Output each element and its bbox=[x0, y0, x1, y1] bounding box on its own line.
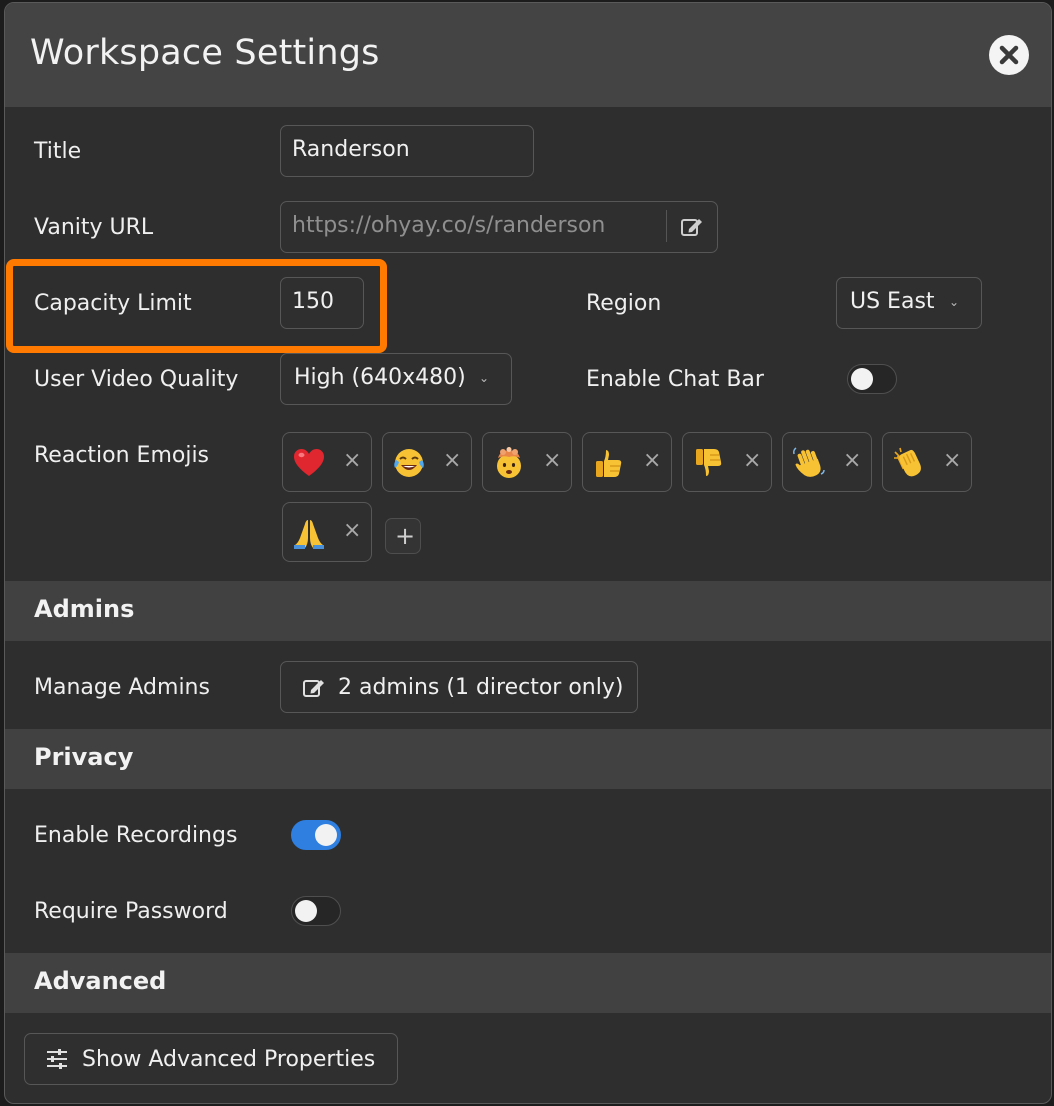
title-input-value: Randerson bbox=[292, 137, 410, 162]
edit-icon bbox=[303, 680, 324, 697]
dialog-header: Workspace Settings bbox=[5, 3, 1051, 107]
remove-emoji-button[interactable]: × bbox=[343, 450, 361, 472]
recordings-toggle[interactable] bbox=[291, 820, 341, 850]
vanity-url-value: https://ohyay.co/s/randerson bbox=[292, 213, 606, 238]
privacy-section-title: Privacy bbox=[34, 743, 134, 771]
manage-admins-label: Manage Admins bbox=[34, 675, 210, 700]
remove-emoji-button[interactable]: × bbox=[743, 450, 761, 472]
capacity-limit-value: 150 bbox=[292, 289, 334, 314]
toggle-knob bbox=[851, 368, 873, 390]
clapping-hands-icon bbox=[894, 447, 921, 477]
region-value: US East bbox=[850, 289, 935, 314]
show-advanced-properties-label: Show Advanced Properties bbox=[82, 1047, 376, 1072]
emoji-chip: × bbox=[482, 432, 572, 492]
advanced-section-title: Advanced bbox=[34, 967, 167, 995]
manage-admins-button[interactable]: 2 admins (1 director only) bbox=[280, 661, 638, 713]
chevron-down-icon: ⌄ bbox=[479, 371, 490, 385]
close-button[interactable] bbox=[989, 35, 1029, 75]
chat-bar-toggle[interactable] bbox=[847, 364, 897, 394]
title-input[interactable]: Randerson bbox=[280, 125, 534, 177]
sliders-icon bbox=[47, 1049, 67, 1069]
url-divider bbox=[666, 210, 667, 242]
region-select[interactable]: US East ⌄ bbox=[836, 277, 982, 329]
remove-emoji-button[interactable]: × bbox=[543, 450, 561, 472]
region-label: Region bbox=[586, 291, 662, 316]
privacy-section-header: Privacy bbox=[5, 729, 1051, 789]
show-advanced-properties-button[interactable]: Show Advanced Properties bbox=[24, 1033, 398, 1085]
remove-emoji-button[interactable]: × bbox=[343, 520, 361, 542]
thumbs-up-icon bbox=[596, 450, 622, 477]
user-video-quality-label: User Video Quality bbox=[34, 367, 239, 392]
remove-emoji-button[interactable]: × bbox=[643, 450, 661, 472]
admins-section-header: Admins bbox=[5, 581, 1051, 641]
title-label: Title bbox=[34, 139, 82, 164]
emoji-chip: × bbox=[382, 432, 472, 492]
advanced-section-header: Advanced bbox=[5, 953, 1051, 1013]
toggle-knob bbox=[315, 824, 337, 846]
waving-hand-icon bbox=[793, 447, 825, 477]
plus-icon: + bbox=[395, 522, 416, 550]
video-quality-value: High (640x480) bbox=[294, 365, 466, 390]
close-icon bbox=[999, 45, 1019, 65]
emoji-chip: × bbox=[282, 432, 372, 492]
password-toggle[interactable] bbox=[291, 896, 341, 926]
workspace-settings-dialog: Workspace Settings Title Randerson Vanit… bbox=[4, 2, 1052, 1104]
emoji-chip: × bbox=[282, 502, 372, 562]
enable-recordings-label: Enable Recordings bbox=[34, 823, 238, 848]
vanity-url-field: https://ohyay.co/s/randerson bbox=[280, 201, 718, 253]
enable-chat-bar-label: Enable Chat Bar bbox=[586, 367, 764, 392]
capacity-limit-input[interactable]: 150 bbox=[280, 277, 364, 329]
capacity-limit-label: Capacity Limit bbox=[34, 291, 192, 316]
emoji-chip: × bbox=[682, 432, 772, 492]
require-password-label: Require Password bbox=[34, 899, 228, 924]
thumbs-down-icon bbox=[696, 449, 722, 476]
remove-emoji-button[interactable]: × bbox=[843, 450, 861, 472]
face-with-tears-of-joy-icon bbox=[394, 449, 424, 477]
video-quality-select[interactable]: High (640x480) ⌄ bbox=[280, 353, 512, 405]
dialog-title: Workspace Settings bbox=[30, 33, 380, 73]
edit-icon[interactable] bbox=[679, 215, 705, 239]
red-heart-icon bbox=[294, 449, 324, 476]
emoji-chip: × bbox=[582, 432, 672, 492]
vanity-url-label: Vanity URL bbox=[34, 215, 154, 240]
reaction-emojis-label: Reaction Emojis bbox=[34, 443, 210, 468]
chevron-down-icon: ⌄ bbox=[949, 295, 960, 309]
remove-emoji-button[interactable]: × bbox=[443, 450, 461, 472]
exploding-head-icon bbox=[497, 447, 521, 478]
folded-hands-icon bbox=[294, 520, 324, 549]
remove-emoji-button[interactable]: × bbox=[943, 450, 961, 472]
toggle-knob bbox=[295, 900, 317, 922]
manage-admins-button-label: 2 admins (1 director only) bbox=[338, 675, 624, 700]
add-emoji-button[interactable]: + bbox=[385, 518, 421, 554]
emoji-chip: × bbox=[882, 432, 972, 492]
admins-section-title: Admins bbox=[34, 595, 135, 623]
emoji-chip: × bbox=[782, 432, 872, 492]
